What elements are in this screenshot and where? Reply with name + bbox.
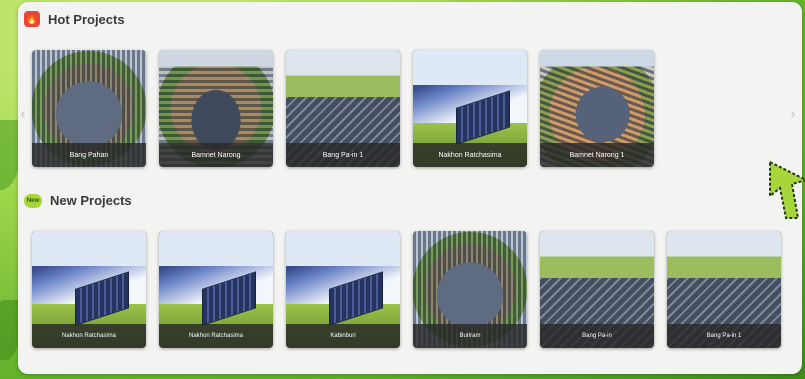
project-label: Bang Pa-in 1 — [667, 324, 781, 348]
project-card[interactable]: Nakhon Ratchasima — [32, 231, 146, 348]
hot-projects-row: Bang Pahan Bamnet Narong Bang Pa-in 1 Nakho… — [32, 50, 654, 167]
project-card[interactable]: Kabinburi — [286, 231, 400, 348]
prev-arrow-icon[interactable]: ‹ — [18, 105, 28, 121]
project-label: Bamnet Narong — [159, 143, 273, 167]
background-leaf — [0, 120, 20, 190]
project-card[interactable]: Buriram — [413, 231, 527, 348]
project-label: Nakhon Ratchasima — [413, 143, 527, 167]
project-label: Nakhon Ratchasima — [32, 324, 146, 348]
project-card[interactable]: Nakhon Ratchasima — [159, 231, 273, 348]
new-projects-row: Nakhon Ratchasima Nakhon Ratchasima Kabinb… — [32, 231, 781, 348]
background-leaf — [0, 300, 20, 360]
project-card[interactable]: Bamnet Narong — [159, 50, 273, 167]
project-card[interactable]: Bang Pahan — [32, 50, 146, 167]
project-label: Kabinburi — [286, 324, 400, 348]
project-card[interactable]: Bang Pa-in 1 — [667, 231, 781, 348]
projects-panel: 🔥 Hot Projects Bang Pahan Bamnet Narong Ba… — [18, 2, 802, 374]
new-projects-header: New New Projects — [24, 193, 132, 208]
new-badge-icon: New — [24, 193, 42, 208]
hot-projects-title: Hot Projects — [48, 11, 125, 27]
next-arrow-icon[interactable]: › — [788, 105, 798, 121]
project-label: Nakhon Ratchasima — [159, 324, 273, 348]
flame-icon: 🔥 — [24, 11, 40, 27]
project-card[interactable]: Nakhon Ratchasima — [413, 50, 527, 167]
project-card[interactable]: Bang Pa-in — [540, 231, 654, 348]
project-label: Buriram — [413, 324, 527, 348]
project-card[interactable]: Bang Pa-in 1 — [286, 50, 400, 167]
project-card[interactable]: Bamnet Narong 1 — [540, 50, 654, 167]
project-label: Bang Pa-in — [540, 324, 654, 348]
pointer-arrow-icon — [769, 160, 805, 219]
project-label: Bamnet Narong 1 — [540, 143, 654, 167]
project-label: Bang Pa-in 1 — [286, 143, 400, 167]
new-projects-title: New Projects — [50, 193, 132, 208]
hot-projects-header: 🔥 Hot Projects — [24, 11, 125, 27]
project-label: Bang Pahan — [32, 143, 146, 167]
